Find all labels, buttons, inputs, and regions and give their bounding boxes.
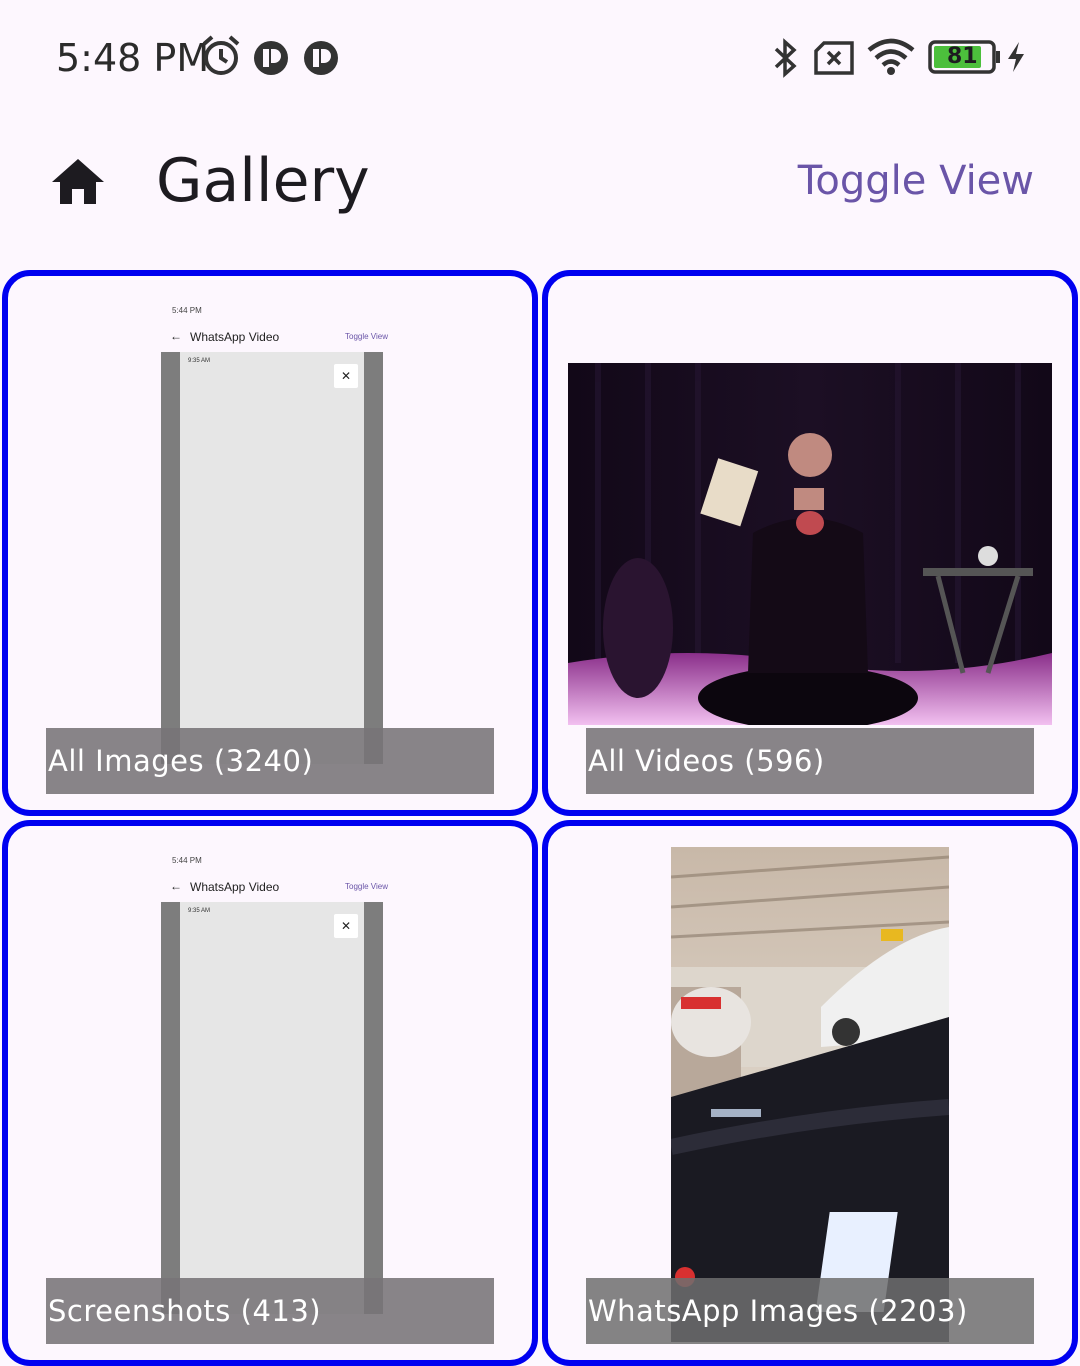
status-time: 5:48 PM — [56, 36, 210, 80]
home-icon[interactable] — [50, 156, 106, 211]
video-thumbnail-image — [568, 363, 1052, 725]
thumb-toggle: Toggle View — [345, 882, 388, 891]
page-title: Gallery — [156, 146, 370, 216]
whatsapp-thumbnail-image — [671, 847, 949, 1342]
app-notification-icon — [253, 40, 289, 81]
thumb-toggle: Toggle View — [345, 332, 388, 341]
charging-icon — [1004, 40, 1028, 79]
bluetooth-icon — [770, 38, 800, 83]
album-card-screenshots[interactable]: 5:44 PM ← WhatsApp Video Toggle View 9:3… — [2, 820, 538, 1366]
alarm-icon — [200, 34, 242, 83]
battery-level: 81 — [947, 44, 978, 69]
close-icon: ✕ — [334, 914, 358, 938]
status-bar: 5:48 PM 81 — [0, 0, 1080, 115]
thumb-inner-screen: 9:35 AM ✕ — [180, 352, 364, 764]
album-card-whatsapp-images[interactable]: WhatsApp Images (2203) — [542, 820, 1078, 1366]
album-thumbnail: 5:44 PM ← WhatsApp Video Toggle View 9:3… — [158, 846, 398, 1346]
back-arrow-icon: ← — [170, 329, 182, 343]
thumb-inner-time: 9:35 AM — [188, 358, 211, 364]
close-icon: ✕ — [334, 364, 358, 388]
thumb-inner-time: 9:35 AM — [188, 908, 211, 914]
album-card-all-images[interactable]: 5:44 PM ← WhatsApp Video Toggle View 9:3… — [2, 270, 538, 816]
toggle-view-button[interactable]: Toggle View — [798, 158, 1034, 204]
thumb-frame: 9:35 AM ✕ — [161, 352, 383, 764]
thumb-inner-screen: 9:35 AM ✕ — [180, 902, 364, 1314]
wifi-icon — [866, 38, 916, 81]
album-card-all-videos[interactable]: All Videos (596) — [542, 270, 1078, 816]
app-notification-icon — [303, 40, 339, 81]
thumb-status-time: 5:44 PM — [172, 856, 202, 865]
thumb-title: WhatsApp Video — [190, 330, 280, 344]
sim-error-icon — [812, 40, 856, 81]
thumb-status-time: 5:44 PM — [172, 306, 202, 315]
thumb-title: WhatsApp Video — [190, 880, 280, 894]
album-label: All Videos (596) — [586, 728, 1034, 794]
thumb-frame: 9:35 AM ✕ — [161, 902, 383, 1314]
album-label: Screenshots (413) — [46, 1278, 494, 1344]
album-thumbnail: 5:44 PM ← WhatsApp Video Toggle View 9:3… — [158, 296, 398, 796]
album-label: All Images (3240) — [46, 728, 494, 794]
app-bar: Gallery Toggle View — [0, 120, 1080, 245]
back-arrow-icon: ← — [170, 879, 182, 893]
album-label: WhatsApp Images (2203) — [586, 1278, 1034, 1344]
